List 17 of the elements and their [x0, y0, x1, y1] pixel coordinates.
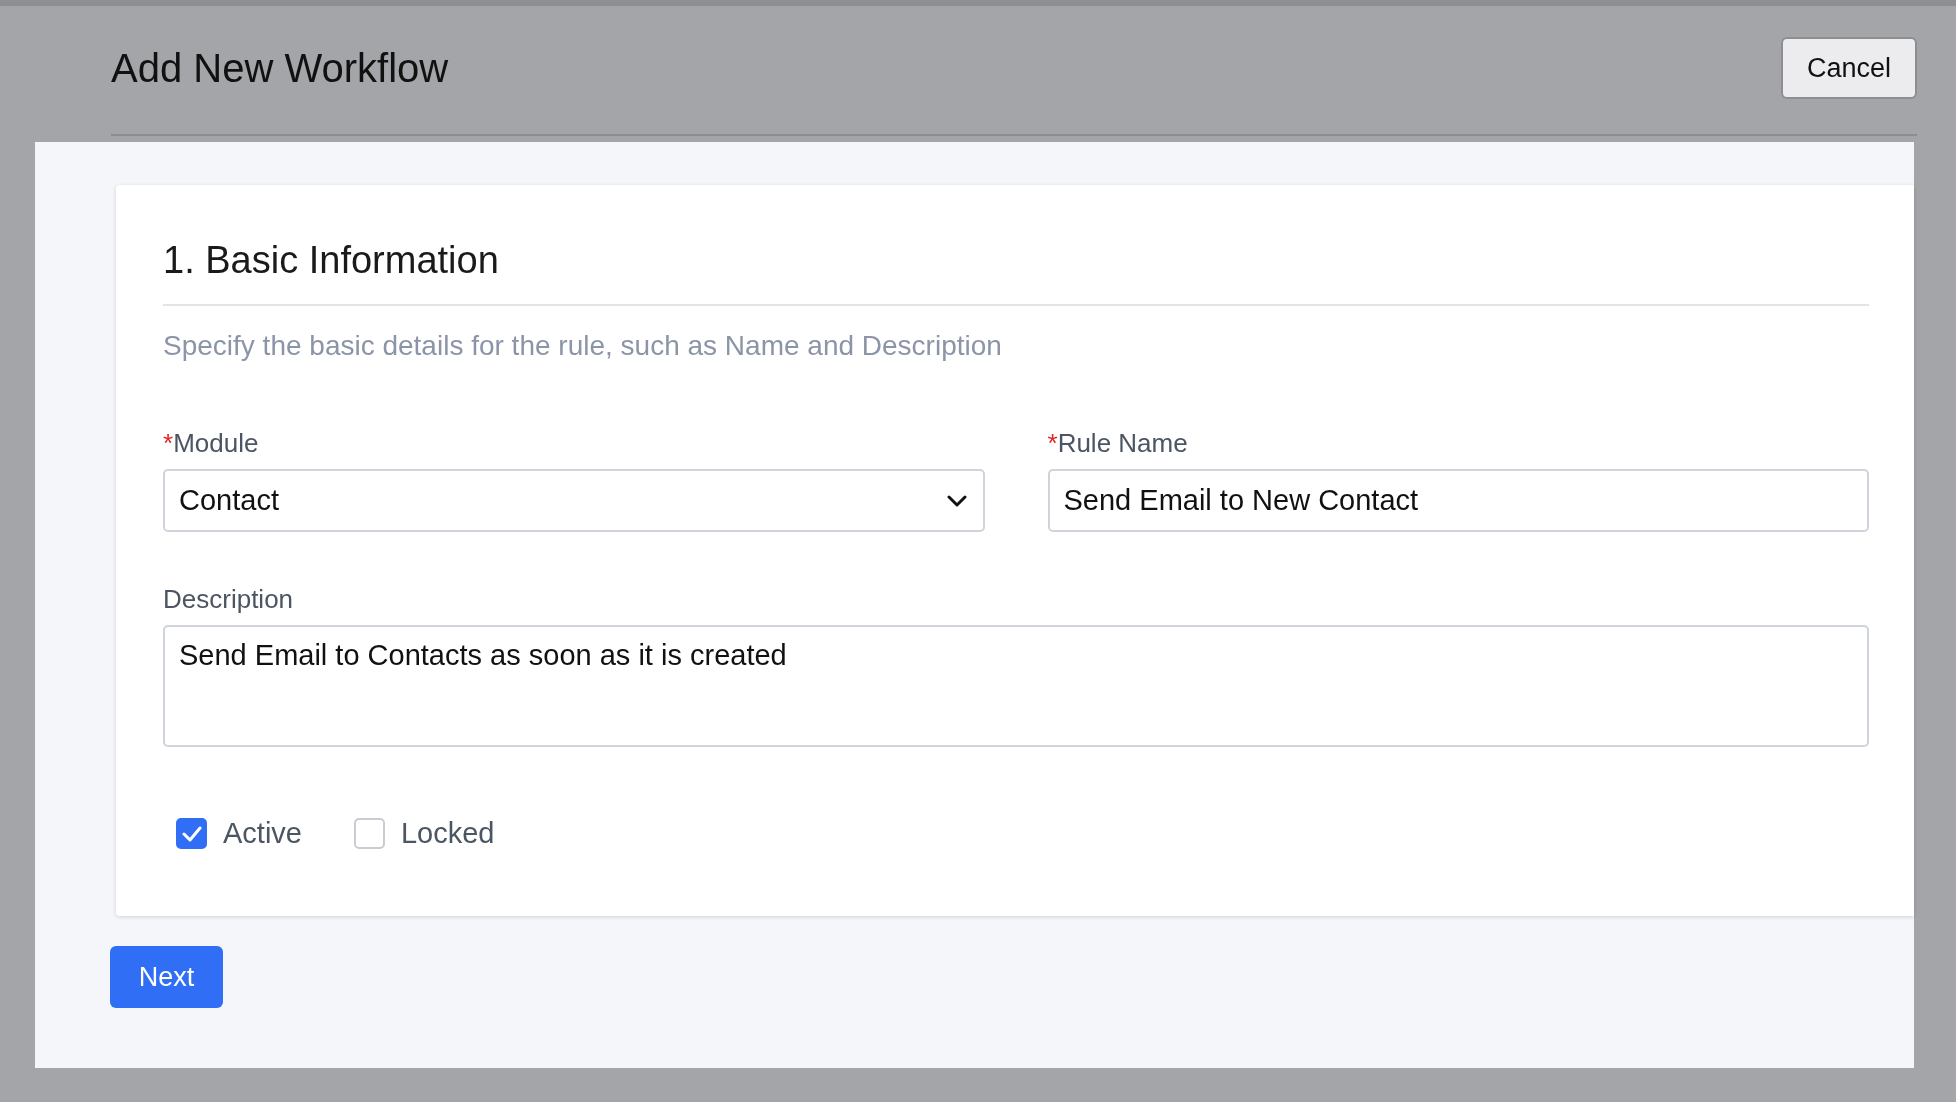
textarea-field[interactable]: Send Email to Contacts as soon as it is created — [163, 625, 1869, 747]
field-label: *Module — [163, 428, 260, 459]
field-label: Description — [163, 584, 295, 615]
section-title: 1. Basic Information — [163, 239, 1869, 306]
select-field[interactable]: Contact — [163, 469, 985, 532]
check-icon — [181, 825, 202, 842]
checkbox[interactable] — [354, 818, 385, 849]
page-title: Add New Workflow — [111, 45, 449, 91]
next-button[interactable]: Next — [110, 946, 223, 1008]
field-label: *Rule Name — [1047, 428, 1189, 459]
checkbox-label: Active — [223, 817, 302, 850]
cancel-button[interactable]: Cancel — [1780, 37, 1917, 99]
checkbox[interactable] — [176, 818, 207, 849]
checkbox-label: Locked — [401, 817, 495, 850]
section-description: Specify the basic details for the rule, such as Name and Description — [163, 330, 1003, 362]
chevron-down-icon — [946, 494, 967, 507]
text-field[interactable]: Send Email to New Contact — [1047, 469, 1869, 532]
